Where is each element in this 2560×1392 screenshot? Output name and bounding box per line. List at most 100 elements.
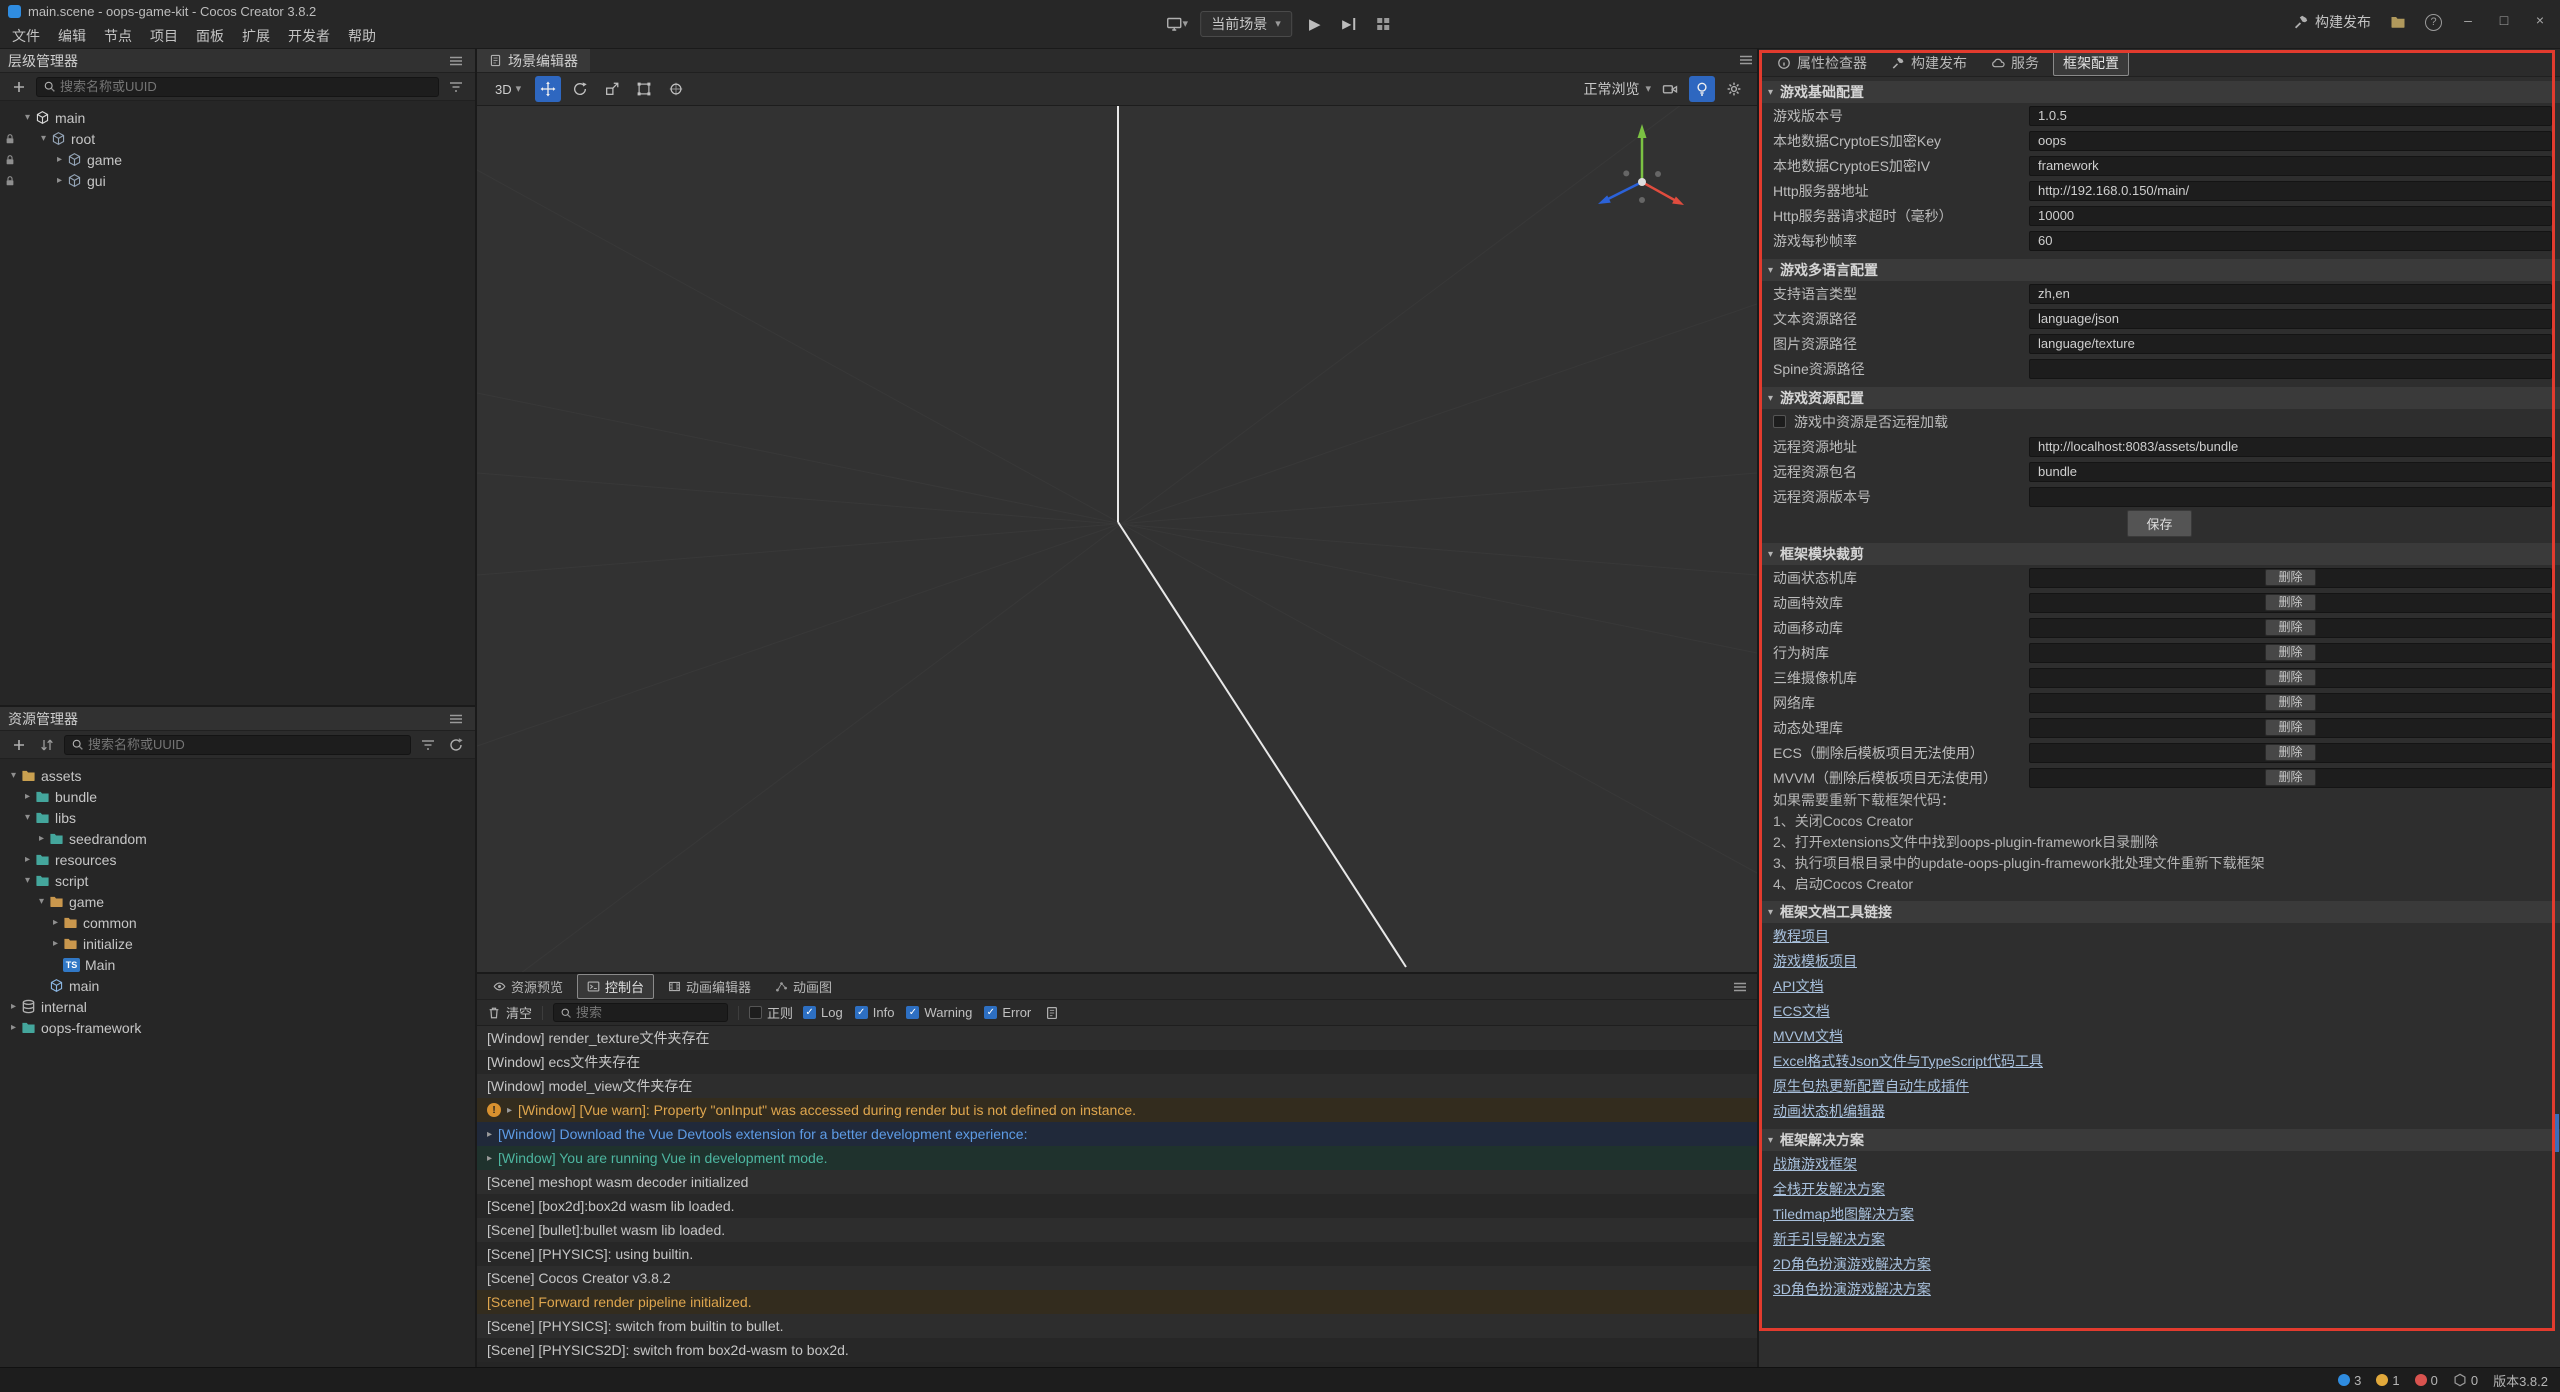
inspector-tab[interactable]: 服务 <box>1981 50 2049 76</box>
caret-down-icon[interactable]: ▾ <box>6 771 21 781</box>
camera-view-button[interactable] <box>1657 76 1683 102</box>
log-row[interactable]: [Window] model_view文件夹存在 <box>477 1074 1757 1098</box>
section-header[interactable]: ▾框架解决方案 <box>1759 1129 2560 1151</box>
regex-toggle[interactable]: 正则 <box>749 1003 793 1022</box>
field-input[interactable] <box>2029 487 2552 507</box>
asset-node[interactable]: ▸common <box>0 912 475 933</box>
inspector-content[interactable]: ▾游戏基础配置游戏版本号本地数据CryptoES加密Key本地数据CryptoE… <box>1759 77 2560 1367</box>
checkbox-error[interactable]: ✓ <box>984 1006 997 1019</box>
section-header[interactable]: ▾游戏基础配置 <box>1759 81 2560 103</box>
module-input[interactable]: 删除 <box>2029 768 2552 788</box>
console-search-input[interactable] <box>576 1005 721 1020</box>
inspector-tab[interactable]: 构建发布 <box>1881 50 1977 76</box>
asset-node[interactable]: ▸initialize <box>0 933 475 954</box>
checkbox-warning[interactable]: ✓ <box>906 1006 919 1019</box>
console-tab[interactable]: 动画图 <box>765 974 842 999</box>
caret-down-icon[interactable]: ▾ <box>36 134 51 144</box>
log-row[interactable]: [Scene] [bullet]:bullet wasm lib loaded. <box>477 1218 1757 1242</box>
console-searchbox[interactable] <box>553 1003 728 1022</box>
doc-link[interactable]: 全栈开发解决方案 <box>1773 1179 1885 1199</box>
compile-button[interactable] <box>1372 13 1394 35</box>
section-header[interactable]: ▾框架文档工具链接 <box>1759 901 2560 923</box>
field-input[interactable] <box>2029 284 2552 304</box>
asset-node[interactable]: ▸seedrandom <box>0 828 475 849</box>
axis-gizmo[interactable] <box>1567 114 1717 244</box>
log-row[interactable]: [Scene] meshopt wasm decoder initialized <box>477 1170 1757 1194</box>
hierarchy-node[interactable]: ▸game <box>0 149 475 170</box>
asset-node[interactable]: ▸internal <box>0 996 475 1017</box>
preview-target-dropdown[interactable]: 当前场景 ▾ <box>1200 11 1292 37</box>
doc-link[interactable]: 原生包热更新配置自动生成插件 <box>1773 1076 1969 1096</box>
assets-tree[interactable]: ▾assets▸bundle▾libs▸seedrandom▸resources… <box>0 759 475 1367</box>
asset-node[interactable]: main <box>0 975 475 996</box>
panel-menu-button[interactable] <box>1729 976 1751 998</box>
doc-link[interactable]: 游戏模板项目 <box>1773 951 1857 971</box>
doc-link[interactable]: 2D角色扮演游戏解决方案 <box>1773 1254 1931 1274</box>
log-row[interactable]: [Scene] [PHYSICS]: using builtin. <box>477 1242 1757 1266</box>
caret-right-icon[interactable]: ▸ <box>6 1023 21 1033</box>
status-counter-info[interactable]: 3 <box>2338 1373 2361 1388</box>
expand-caret-icon[interactable]: ▸ <box>487 1153 492 1164</box>
hierarchy-node[interactable]: ▾main <box>0 107 475 128</box>
delete-module-button[interactable]: 删除 <box>2265 594 2315 611</box>
field-input[interactable] <box>2029 334 2552 354</box>
pivot-tool-button[interactable] <box>663 76 689 102</box>
delete-module-button[interactable]: 删除 <box>2265 769 2315 786</box>
console-logs[interactable]: [Window] render_texture文件夹存在[Window] ecs… <box>477 1026 1757 1367</box>
module-input[interactable]: 删除 <box>2029 743 2552 763</box>
inspector-scrollbar-thumb[interactable] <box>2555 1114 2559 1152</box>
collapse-log-button[interactable] <box>1041 1002 1063 1024</box>
status-counter-error[interactable]: 0 <box>2415 1373 2438 1388</box>
asset-node[interactable]: ▾script <box>0 870 475 891</box>
rect-tool-button[interactable] <box>631 76 657 102</box>
checkbox-info[interactable]: ✓ <box>855 1006 868 1019</box>
field-input[interactable] <box>2029 156 2552 176</box>
step-button[interactable]: ▶ <box>1338 13 1360 35</box>
module-input[interactable]: 删除 <box>2029 718 2552 738</box>
caret-right-icon[interactable]: ▸ <box>48 939 63 949</box>
create-node-button[interactable] <box>8 76 30 98</box>
field-input[interactable] <box>2029 437 2552 457</box>
scale-tool-button[interactable] <box>599 76 625 102</box>
asset-node[interactable]: ▸bundle <box>0 786 475 807</box>
module-input[interactable]: 删除 <box>2029 593 2552 613</box>
build-publish-button[interactable]: 构建发布 <box>2293 12 2371 32</box>
remote-load-checkbox[interactable] <box>1773 415 1786 428</box>
assets-searchbox[interactable] <box>64 735 411 755</box>
console-tab[interactable]: 资源预览 <box>483 974 573 999</box>
log-row[interactable]: [Scene] Forward render pipeline initiali… <box>477 1290 1757 1314</box>
hierarchy-filter-button[interactable] <box>445 76 467 98</box>
field-input[interactable] <box>2029 131 2552 151</box>
doc-link[interactable]: 3D角色扮演游戏解决方案 <box>1773 1279 1931 1299</box>
status-counter-warning[interactable]: 1 <box>2376 1373 2399 1388</box>
hierarchy-tree[interactable]: ▾main▾root▸game▸gui <box>0 101 475 705</box>
log-row[interactable]: [Scene] Cocos Creator v3.8.2 <box>477 1266 1757 1290</box>
console-tab[interactable]: 动画编辑器 <box>658 974 761 999</box>
scene-viewport[interactable] <box>477 106 1757 972</box>
section-header[interactable]: ▾框架模块裁剪 <box>1759 543 2560 565</box>
console-tab[interactable]: 控制台 <box>577 974 654 999</box>
section-header[interactable]: ▾游戏多语言配置 <box>1759 259 2560 281</box>
menu-item[interactable]: 文件 <box>3 22 49 49</box>
log-row[interactable]: [Window] render_texture文件夹存在 <box>477 1026 1757 1050</box>
panel-menu-button[interactable] <box>1735 49 1757 71</box>
doc-link[interactable]: 战旗游戏框架 <box>1773 1154 1857 1174</box>
field-input[interactable] <box>2029 106 2552 126</box>
close-button[interactable]: × <box>2522 6 2558 34</box>
clear-console-button[interactable]: 清空 <box>487 1003 532 1022</box>
refresh-assets-button[interactable] <box>445 734 467 756</box>
delete-module-button[interactable]: 删除 <box>2265 669 2315 686</box>
caret-down-icon[interactable]: ▾ <box>20 876 35 886</box>
log-row[interactable]: [Scene] [box2d]:box2d wasm lib loaded. <box>477 1194 1757 1218</box>
asset-node[interactable]: ▸oops-framework <box>0 1017 475 1038</box>
caret-down-icon[interactable]: ▾ <box>20 813 35 823</box>
doc-link[interactable]: 教程项目 <box>1773 926 1829 946</box>
panel-menu-button[interactable] <box>445 708 467 730</box>
caret-down-icon[interactable]: ▾ <box>34 897 49 907</box>
delete-module-button[interactable]: 删除 <box>2265 719 2315 736</box>
expand-caret-icon[interactable]: ▸ <box>507 1105 512 1116</box>
hierarchy-searchbox[interactable] <box>36 77 439 97</box>
doc-link[interactable]: Excel格式转Json文件与TypeScript代码工具 <box>1773 1051 2043 1071</box>
field-input[interactable] <box>2029 206 2552 226</box>
doc-link[interactable]: Tiledmap地图解决方案 <box>1773 1204 1914 1224</box>
